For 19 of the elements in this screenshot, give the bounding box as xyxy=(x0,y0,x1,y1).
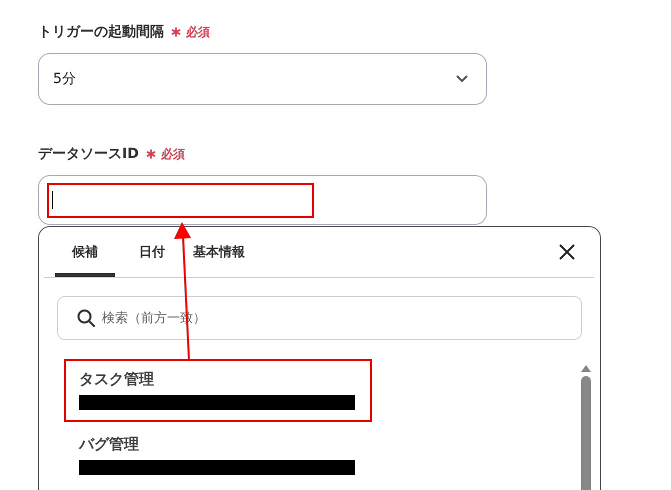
chevron-down-icon xyxy=(456,75,468,83)
datasource-input[interactable] xyxy=(38,175,487,225)
scroll-up-icon[interactable] xyxy=(580,364,592,372)
asterisk-icon xyxy=(171,27,181,37)
tab[interactable]: 候補 xyxy=(55,227,115,277)
text-cursor xyxy=(52,191,53,209)
tab[interactable]: 日付 xyxy=(135,227,169,277)
field-label: データソースID xyxy=(38,145,139,163)
tab[interactable]: 基本情報 xyxy=(189,227,249,277)
list-item[interactable]: バグ管理 xyxy=(79,425,579,490)
close-icon[interactable] xyxy=(558,243,576,261)
scrollbar-thumb[interactable] xyxy=(581,376,591,490)
required-label: 必須 xyxy=(186,24,210,40)
list-item[interactable]: タスク管理 xyxy=(79,360,579,425)
asterisk-icon xyxy=(146,149,156,159)
search-icon xyxy=(77,309,95,327)
interval-select[interactable]: 5分 xyxy=(38,53,487,105)
required-label: 必須 xyxy=(160,146,185,162)
field-label: トリガーの起動間隔 xyxy=(38,23,164,41)
